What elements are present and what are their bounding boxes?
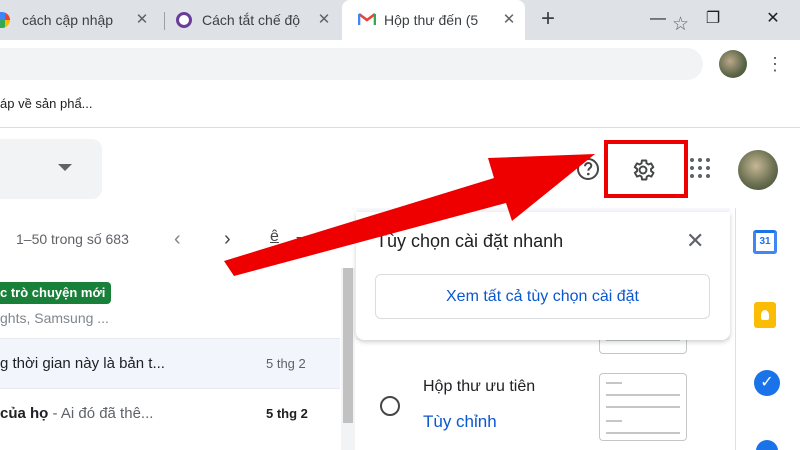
keep-icon[interactable] — [754, 302, 776, 328]
tab-title: Cách tắt chế độ — [202, 12, 301, 28]
table-row[interactable]: g thời gian này là bản t... 5 thg 2 — [0, 338, 340, 388]
email-subject-bold: của họ — [0, 405, 49, 422]
email-snippet: - Ai đó đã thê... — [48, 405, 154, 422]
input-tools-chevron-icon[interactable] — [296, 237, 306, 242]
bookmark-item[interactable]: áp về sản phẩ... — [0, 96, 93, 111]
input-tools-icon[interactable]: ê — [270, 228, 279, 246]
new-tab-button[interactable]: + — [536, 7, 560, 32]
older-chevron-icon[interactable]: › — [224, 228, 231, 251]
bookmarks-bar: áp về sản phẩ... — [0, 88, 800, 128]
restore-button[interactable]: ❐ — [698, 6, 728, 32]
list-scrollbar-thumb[interactable] — [343, 268, 353, 423]
google-apps-icon[interactable] — [690, 158, 710, 178]
see-all-settings-button[interactable]: Xem tất cả tùy chọn cài đặt — [375, 274, 710, 319]
new-chat-chip: c trò chuyện mới — [0, 282, 112, 304]
google-g-icon — [0, 12, 10, 28]
tab-title: Hộp thư đến (5 — [384, 12, 479, 28]
close-window-button[interactable]: ✕ — [758, 6, 788, 32]
tab-google-search[interactable]: cách cập nhập ✕ — [0, 0, 158, 40]
minimize-button[interactable]: — — [643, 6, 673, 32]
purple-circle-icon — [176, 12, 192, 28]
newer-chevron-icon[interactable]: ‹ — [174, 228, 181, 251]
tab-article[interactable]: Cách tắt chế độ ✕ — [170, 0, 340, 40]
close-tab-icon[interactable]: ✕ — [501, 12, 517, 28]
calendar-icon[interactable]: 31 — [753, 230, 777, 254]
pagination-count: 1–50 trong số 683 — [16, 231, 129, 247]
account-avatar[interactable] — [738, 150, 778, 190]
tab-divider — [164, 12, 165, 30]
calendar-day: 31 — [759, 236, 771, 247]
tab-title: cách cập nhập — [22, 12, 114, 28]
email-date: 5 thg 2 — [266, 406, 308, 421]
help-icon[interactable] — [576, 157, 600, 181]
email-preview: ghts, Samsung ... — [0, 310, 109, 326]
email-list: c trò chuyện mới ghts, Samsung ... g thờ… — [0, 268, 340, 450]
tab-gmail-inbox[interactable]: Hộp thư đến (5 ✕ — [342, 0, 525, 40]
priority-inbox-radio[interactable] — [380, 396, 400, 416]
quick-settings-title: Tùy chọn cài đặt nhanh — [376, 231, 564, 251]
priority-inbox-thumbnail — [599, 373, 687, 441]
search-options-chevron-icon[interactable] — [58, 164, 72, 171]
tasks-icon[interactable]: ✓ — [754, 370, 780, 396]
browser-profile-avatar[interactable] — [719, 50, 747, 78]
priority-inbox-label: Hộp thư ưu tiên — [423, 378, 536, 395]
gmail-m-icon — [357, 12, 377, 28]
customize-link[interactable]: Tùy chỉnh — [423, 412, 497, 432]
close-icon[interactable]: ✕ — [686, 228, 704, 254]
email-date: 5 thg 2 — [266, 356, 306, 371]
gmail-logo-svg — [357, 12, 377, 25]
search-mail-input[interactable] — [0, 139, 102, 199]
email-subject: g thời gian này là bản t... — [0, 355, 165, 372]
list-item[interactable]: c trò chuyện mới ghts, Samsung ... — [0, 268, 340, 338]
email-subject: của họ - Ai đó đã thê... — [0, 405, 153, 422]
bookmark-star-icon[interactable]: ☆ — [672, 13, 689, 36]
close-tab-icon[interactable]: ✕ — [134, 12, 150, 28]
address-bar[interactable] — [0, 48, 703, 80]
browser-menu-icon[interactable]: ⋮ — [766, 50, 784, 78]
settings-highlight-box — [604, 140, 688, 198]
table-row[interactable]: của họ - Ai đó đã thê... 5 thg 2 — [0, 388, 340, 438]
screen: cách cập nhập ✕ Cách tắt chế độ ✕ Hộp th… — [0, 0, 800, 450]
close-tab-icon[interactable]: ✕ — [316, 12, 332, 28]
browser-toolbar — [0, 40, 800, 88]
